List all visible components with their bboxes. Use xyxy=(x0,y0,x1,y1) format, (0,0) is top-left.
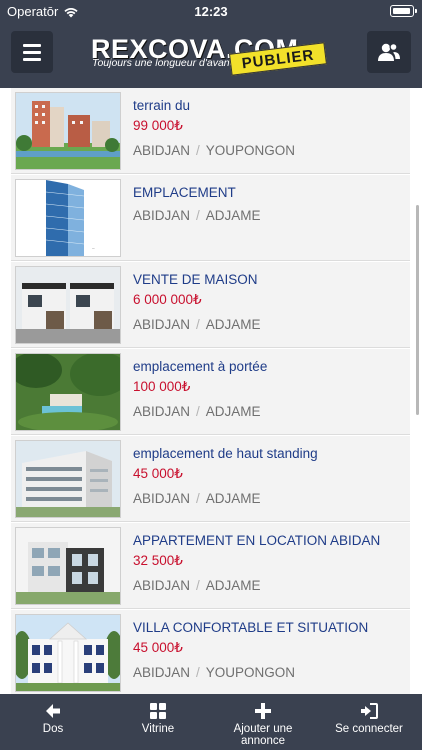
listing-thumbnail xyxy=(15,92,121,170)
listing-price: 100 000₺ xyxy=(133,379,191,394)
listing-price: 6 000 000₺ xyxy=(133,292,202,307)
status-bar: Operatōr 12:23 xyxy=(0,0,422,22)
listing-item[interactable]: ~ EMPLACEMENT ABIDJAN / ADJAME xyxy=(11,175,410,261)
battery-icon xyxy=(390,5,417,17)
nav-login-label: Se connecter xyxy=(335,723,403,735)
listing-title[interactable]: VILLA CONFORTABLE ET SITUATION xyxy=(133,619,402,636)
listing-thumbnail xyxy=(15,266,121,344)
listing-district: ADJAME xyxy=(205,578,261,593)
listing-title[interactable]: EMPLACEMENT xyxy=(133,184,402,201)
nav-back-label: Dos xyxy=(42,723,64,735)
sign-in-icon xyxy=(361,703,378,719)
listing-thumbnail xyxy=(15,440,121,518)
listing-info: APPARTEMENT EN LOCATION ABIDAN 32 500₺ A… xyxy=(133,532,402,594)
nav-showcase[interactable]: Vitrine xyxy=(106,694,210,750)
listing-location: ABIDJAN / ADJAME xyxy=(133,403,402,420)
listing-district: ADJAME xyxy=(205,491,261,506)
listing-city: ABIDJAN xyxy=(133,665,191,680)
nav-add-label: Ajouter une annonce xyxy=(233,723,293,747)
listing-title[interactable]: terrain du xyxy=(133,97,402,114)
listing-list[interactable]: terrain du 99 000₺ ABIDJAN / YOUPONGON ~ E… xyxy=(0,88,422,694)
app-header: REXCOVA.COM Toujours une longueur d'avan… xyxy=(0,22,422,88)
listing-title[interactable]: emplacement de haut standing xyxy=(133,445,402,462)
location-separator: / xyxy=(196,208,200,223)
listing-city: ABIDJAN xyxy=(133,404,191,419)
hamburger-icon-line xyxy=(23,50,41,54)
listing-location: ABIDJAN / ADJAME xyxy=(133,577,402,594)
location-separator: / xyxy=(196,665,200,680)
listing-thumbnail: ~ xyxy=(15,179,121,257)
listing-photo xyxy=(16,528,120,604)
listing-info: VILLA CONFORTABLE ET SITUATION 45 000₺ A… xyxy=(133,619,402,681)
users-icon xyxy=(378,42,400,61)
scrollbar[interactable] xyxy=(416,205,419,415)
listing-photo xyxy=(16,615,120,691)
listing-thumbnail xyxy=(15,353,121,431)
listing-info: EMPLACEMENT ABIDJAN / ADJAME xyxy=(133,184,402,224)
listing-location: ABIDJAN / ADJAME xyxy=(133,207,402,224)
listing-city: ABIDJAN xyxy=(133,208,191,223)
listing-photo xyxy=(16,267,120,343)
listing-city: ABIDJAN xyxy=(133,491,191,506)
listing-item[interactable]: VENTE DE MAISON 6 000 000₺ ABIDJAN / ADJAM… xyxy=(11,262,410,348)
listing-info: emplacement à portée 100 000₺ ABIDJAN / AD… xyxy=(133,358,402,420)
listing-item[interactable]: APPARTEMENT EN LOCATION ABIDAN 32 500₺ A… xyxy=(11,523,410,609)
listing-info: emplacement de haut standing 45 000₺ ABI… xyxy=(133,445,402,507)
location-separator: / xyxy=(196,578,200,593)
listing-item[interactable]: emplacement de haut standing 45 000₺ ABI… xyxy=(11,436,410,522)
listing-location: ABIDJAN / YOUPONGON xyxy=(133,664,402,681)
location-separator: / xyxy=(196,404,200,419)
listing-item[interactable]: emplacement à portée 100 000₺ ABIDJAN / AD… xyxy=(11,349,410,435)
listing-district: ADJAME xyxy=(205,208,261,223)
listing-photo xyxy=(16,354,120,430)
listing-item[interactable]: terrain du 99 000₺ ABIDJAN / YOUPONGON xyxy=(11,88,410,174)
listing-photo: ~ xyxy=(16,180,120,256)
nav-login[interactable]: Se connecter xyxy=(316,694,422,750)
listing-thumbnail xyxy=(15,614,121,692)
nav-add-listing[interactable]: Ajouter une annonce xyxy=(210,694,316,750)
listing-price: 99 000₺ xyxy=(133,118,183,133)
listing-photo xyxy=(16,93,120,169)
listing-item[interactable]: VILLA CONFORTABLE ET SITUATION 45 000₺ A… xyxy=(11,610,410,694)
listing-title[interactable]: VENTE DE MAISON xyxy=(133,271,402,288)
listing-district: YOUPONGON xyxy=(205,143,296,158)
location-separator: / xyxy=(196,491,200,506)
listing-district: ADJAME xyxy=(205,404,261,419)
arrow-left-icon xyxy=(46,704,60,718)
location-separator: / xyxy=(196,317,200,332)
grid-icon xyxy=(150,703,166,719)
listing-location: ABIDJAN / ADJAME xyxy=(133,490,402,507)
listing-price: 32 500₺ xyxy=(133,553,183,568)
listing-info: terrain du 99 000₺ ABIDJAN / YOUPONGON xyxy=(133,97,402,159)
listing-info: VENTE DE MAISON 6 000 000₺ ABIDJAN / ADJAM… xyxy=(133,271,402,333)
listing-district: ADJAME xyxy=(205,317,261,332)
plus-icon xyxy=(255,703,271,719)
nav-back[interactable]: Dos xyxy=(0,694,106,750)
clock: 12:23 xyxy=(194,4,228,19)
nav-showcase-label: Vitrine xyxy=(141,723,175,735)
listing-price: 45 000₺ xyxy=(133,640,183,655)
hamburger-icon-line xyxy=(23,43,41,47)
listing-thumbnail xyxy=(15,527,121,605)
listing-price: 45 000₺ xyxy=(133,466,183,481)
listing-photo xyxy=(16,441,120,517)
listing-title[interactable]: emplacement à portée xyxy=(133,358,402,375)
logo-tagline: Toujours une longueur d'avance xyxy=(92,57,241,69)
listing-location: ABIDJAN / ADJAME xyxy=(133,316,402,333)
listing-city: ABIDJAN xyxy=(133,578,191,593)
listing-city: ABIDJAN xyxy=(133,317,191,332)
location-separator: / xyxy=(196,143,200,158)
menu-button[interactable] xyxy=(11,31,53,73)
listing-title[interactable]: APPARTEMENT EN LOCATION ABIDAN xyxy=(133,532,402,549)
listing-city: ABIDJAN xyxy=(133,143,191,158)
svg-text:~: ~ xyxy=(92,247,95,252)
bottom-nav: Dos Vitrine Ajouter une annonce Se conne… xyxy=(0,694,422,750)
hamburger-icon-line xyxy=(23,57,41,61)
listing-district: YOUPONGON xyxy=(205,665,296,680)
site-logo[interactable]: REXCOVA.COM Toujours une longueur d'avan… xyxy=(88,34,334,76)
account-button[interactable] xyxy=(367,31,411,73)
listing-location: ABIDJAN / YOUPONGON xyxy=(133,142,402,159)
